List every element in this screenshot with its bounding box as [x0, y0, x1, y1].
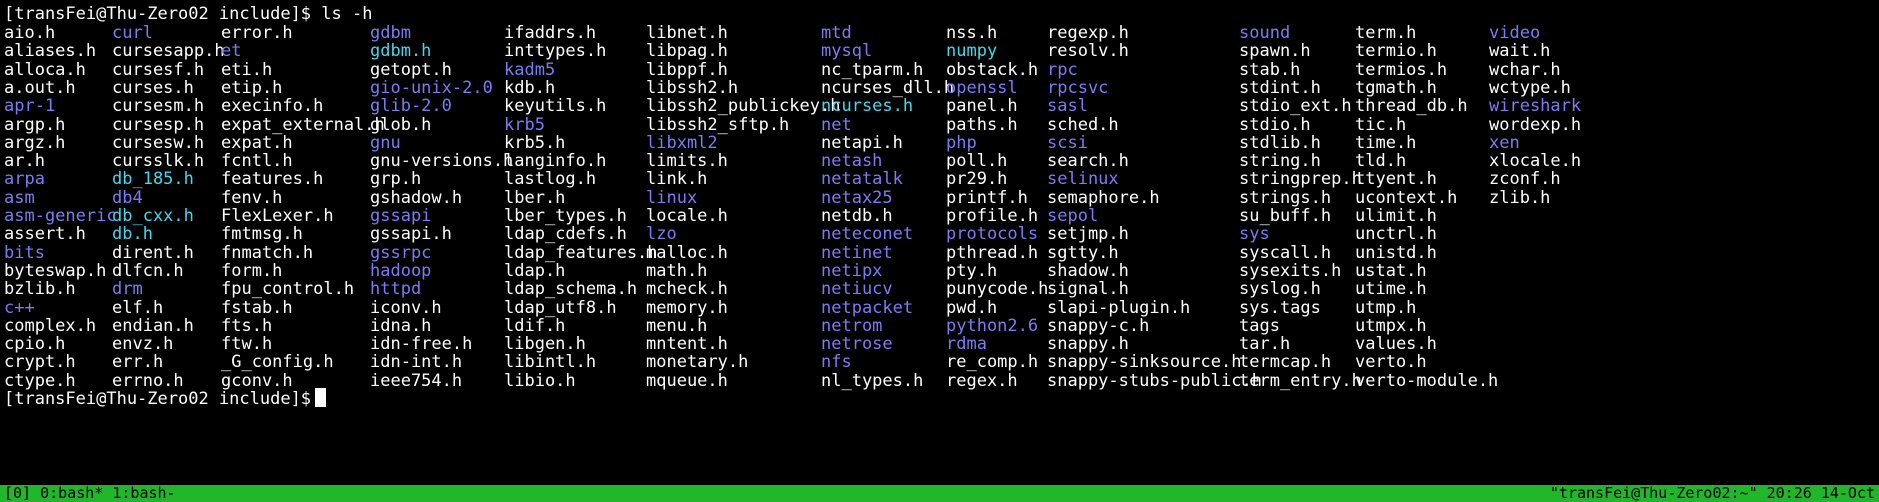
prompt-text: [transFei@Thu-Zero02 include]$	[4, 389, 312, 409]
text-cursor	[315, 388, 327, 407]
file-entry: libio.h	[504, 370, 576, 391]
file-entry: ieee754.h	[370, 370, 463, 391]
command-line: [transFei@Thu-Zero02 include]$ ls -h	[4, 4, 373, 24]
file-entry: term_entry.h	[1239, 370, 1362, 391]
file-entry: verto-module.h	[1355, 370, 1499, 391]
file-entry: nl_types.h	[821, 370, 924, 391]
terminal-window[interactable]: [transFei@Thu-Zero02 include]$ ls -h aio…	[2, 0, 1879, 480]
file-entry: zlib.h	[1489, 187, 1551, 208]
session-info: "transFei@Thu-Zero02:~" 20:26 14-Oct	[1549, 485, 1875, 502]
file-entry: mqueue.h	[646, 370, 728, 391]
file-entry: regex.h	[946, 370, 1018, 391]
tmux-status-bar: [0] 0:bash* 1:bash- "transFei@Thu-Zero02…	[0, 485, 1879, 502]
file-entry: snappy-stubs-public.h	[1047, 370, 1262, 391]
window-list[interactable]: [0] 0:bash* 1:bash-	[4, 485, 176, 502]
prompt-line[interactable]: [transFei@Thu-Zero02 include]$	[4, 388, 327, 410]
